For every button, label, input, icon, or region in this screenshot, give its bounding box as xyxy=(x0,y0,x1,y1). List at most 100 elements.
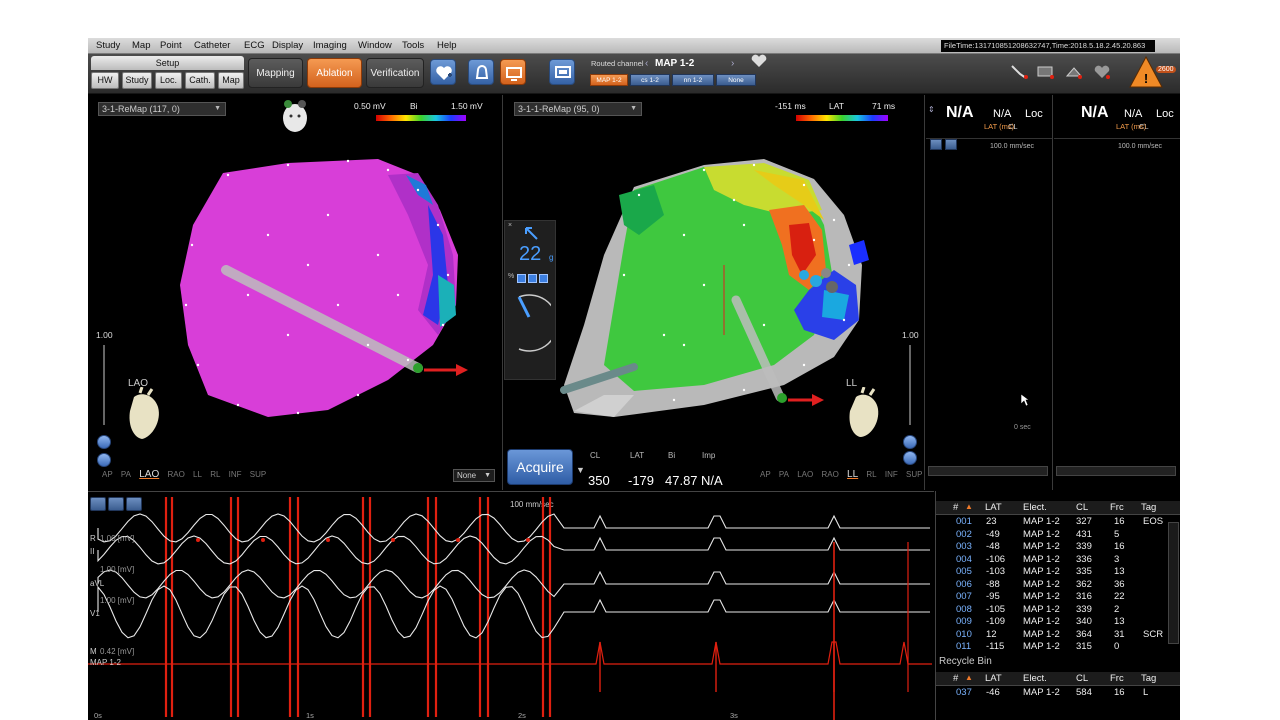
view-lao-right[interactable]: LAO xyxy=(797,470,813,479)
heart-orientation-icon-right[interactable] xyxy=(842,386,888,443)
setup-loc-button[interactable]: Loc. xyxy=(155,72,182,89)
verification-mode-button[interactable]: Verification xyxy=(366,58,424,88)
bell-icon[interactable] xyxy=(468,59,494,85)
col-header-elect[interactable]: Elect. xyxy=(1023,502,1047,513)
signal-scrollbar-2[interactable] xyxy=(1056,466,1176,476)
view-rl-right[interactable]: RL xyxy=(866,470,876,479)
heart-status-icon[interactable] xyxy=(1092,64,1112,80)
rb-col-header-cl[interactable]: CL xyxy=(1076,673,1088,684)
routed-prev-icon[interactable]: ‹ xyxy=(645,58,648,69)
view-rao-right[interactable]: RAO xyxy=(821,470,838,479)
zoom-reset-button-left[interactable] xyxy=(97,453,111,467)
ecg-window[interactable]: 100 mm/sec R II aVL V1 M MAP 1-2 1.00 [m… xyxy=(88,491,934,720)
sort-toggle-icon[interactable]: ⇕ xyxy=(928,105,935,114)
routed-next-icon[interactable]: › xyxy=(731,58,734,69)
point-row[interactable]: 010 12 MAP 1-2 364 31 SCR xyxy=(936,629,1168,642)
setup-study-button[interactable]: Study xyxy=(122,72,152,89)
point-list-scrollbar[interactable] xyxy=(1168,522,1179,644)
mapping-mode-button[interactable]: Mapping xyxy=(248,58,303,88)
point-row[interactable]: 007 -95 MAP 1-2 316 22 xyxy=(936,591,1168,604)
zoom-reset-button-right[interactable] xyxy=(903,451,917,465)
menu-imaging[interactable]: Imaging xyxy=(313,40,347,51)
none-select[interactable]: None ▼ xyxy=(453,469,495,482)
point-row[interactable]: 001 23 MAP 1-2 327 16 EOS xyxy=(936,516,1168,529)
setup-map-button[interactable]: Map xyxy=(218,72,244,89)
heart-orientation-icon-left[interactable] xyxy=(122,386,168,443)
menu-display[interactable]: Display xyxy=(272,40,303,51)
view-pa-left[interactable]: PA xyxy=(121,470,131,479)
setup-cath-button[interactable]: Cath. xyxy=(185,72,215,89)
zoom-slider-right[interactable] xyxy=(909,345,911,425)
menu-study[interactable]: Study xyxy=(96,40,120,51)
acquire-button[interactable]: Acquire xyxy=(507,449,573,485)
point-row[interactable]: 009 -109 MAP 1-2 340 13 xyxy=(936,616,1168,629)
view-inf-right[interactable]: INF xyxy=(885,470,898,479)
catheter-status-icon[interactable] xyxy=(1010,64,1030,80)
monitor-alert-icon[interactable] xyxy=(500,59,526,85)
screen-layout-icon[interactable] xyxy=(549,59,575,85)
voltage-map-panel[interactable]: 3-1-ReMap (117, 0)▼ 0.50 mV Bi 1.50 mV xyxy=(88,95,503,490)
view-ll-right[interactable]: LL xyxy=(847,469,858,480)
col-header-lat[interactable]: LAT xyxy=(985,502,1002,513)
view-pa-right[interactable]: PA xyxy=(779,470,789,479)
channel-button-map12[interactable]: MAP 1-2 xyxy=(590,74,628,86)
rb-col-header-index[interactable]: # xyxy=(953,673,958,684)
col-header-cl[interactable]: CL xyxy=(1076,502,1088,513)
lat-map-panel[interactable]: 3-1-1-ReMap (95, 0)▼ -151 ms LAT 71 ms xyxy=(504,95,925,490)
col-header-tag[interactable]: Tag xyxy=(1141,502,1156,513)
menu-help[interactable]: Help xyxy=(437,40,457,51)
heart-pulse-icon[interactable] xyxy=(750,54,768,73)
rb-col-header-elect[interactable]: Elect. xyxy=(1023,673,1047,684)
rb-col-header-tag[interactable]: Tag xyxy=(1141,673,1156,684)
zoom-slider-left[interactable] xyxy=(103,345,105,425)
point-row[interactable]: 008 -105 MAP 1-2 339 2 xyxy=(936,604,1168,617)
col-header-frc[interactable]: Frc xyxy=(1110,502,1124,513)
point-row[interactable]: 003 -48 MAP 1-2 339 16 xyxy=(936,541,1168,554)
point-row[interactable]: 005 -103 MAP 1-2 335 13 xyxy=(936,566,1168,579)
point-list-panel[interactable]: # ▲ LAT Elect. CL Frc Tag 001 23 MAP 1-2 32… xyxy=(935,491,1180,720)
view-rl-left[interactable]: RL xyxy=(210,470,220,479)
ablation-mode-button[interactable]: Ablation xyxy=(307,58,362,88)
view-ap-left[interactable]: AP xyxy=(102,470,113,479)
signal-tool-icon-1[interactable] xyxy=(930,139,942,150)
col-header-index[interactable]: # xyxy=(953,502,958,513)
view-rao-left[interactable]: RAO xyxy=(167,470,184,479)
signal-tool-icon-2[interactable] xyxy=(945,139,957,150)
menu-ecg[interactable]: ECG xyxy=(244,40,265,51)
sort-asc-icon[interactable]: ▲ xyxy=(965,673,973,682)
close-icon[interactable]: × xyxy=(508,222,512,229)
channel-button-nn12[interactable]: nn 1-2 xyxy=(672,74,714,86)
channel-button-cs12[interactable]: cs 1-2 xyxy=(630,74,670,86)
menu-map[interactable]: Map xyxy=(132,40,150,51)
setup-title[interactable]: Setup xyxy=(91,56,244,70)
point-row[interactable]: 006 -88 MAP 1-2 362 36 xyxy=(936,579,1168,592)
rb-col-header-lat[interactable]: LAT xyxy=(985,673,1002,684)
view-inf-left[interactable]: INF xyxy=(229,470,242,479)
ecg-traces[interactable] xyxy=(88,492,934,720)
view-ap-right[interactable]: AP xyxy=(760,470,771,479)
point-row[interactable]: 002 -49 MAP 1-2 431 5 xyxy=(936,529,1168,542)
menu-window[interactable]: Window xyxy=(358,40,392,51)
signal-column-1[interactable]: ⇕ N/A N/A Loc CL LAT (ms) 100.0 mm/sec 0… xyxy=(926,95,1053,490)
signal-scrollbar-1[interactable] xyxy=(928,466,1048,476)
point-row[interactable]: 004 -106 MAP 1-2 336 3 xyxy=(936,554,1168,567)
view-ll-left[interactable]: LL xyxy=(193,470,202,479)
channel-button-none[interactable]: None xyxy=(716,74,756,86)
heart-add-icon[interactable] xyxy=(430,59,456,85)
view-sup-right[interactable]: SUP xyxy=(906,470,922,479)
zoom-down-button-left[interactable] xyxy=(97,435,111,449)
view-sup-left[interactable]: SUP xyxy=(250,470,266,479)
zoom-down-button-right[interactable] xyxy=(903,435,917,449)
recycle-row[interactable]: 037 -46 MAP 1-2 584 16 L xyxy=(936,687,1168,700)
menu-tools[interactable]: Tools xyxy=(402,40,424,51)
menu-catheter[interactable]: Catheter xyxy=(194,40,230,51)
patch-status-icon[interactable] xyxy=(1064,64,1084,80)
rb-col-header-frc[interactable]: Frc xyxy=(1110,673,1124,684)
sort-asc-icon[interactable]: ▲ xyxy=(965,502,973,511)
point-row[interactable]: 011 -115 MAP 1-2 315 0 xyxy=(936,641,1168,654)
warning-icon[interactable]: ! 2600 xyxy=(1128,55,1176,91)
chevron-down-icon[interactable]: ▼ xyxy=(576,465,585,475)
signal-column-2[interactable]: N/A N/A Loc CL LAT (ms) 100.0 mm/sec xyxy=(1054,95,1180,490)
menu-point[interactable]: Point xyxy=(160,40,182,51)
system-status-icon[interactable] xyxy=(1036,64,1056,80)
